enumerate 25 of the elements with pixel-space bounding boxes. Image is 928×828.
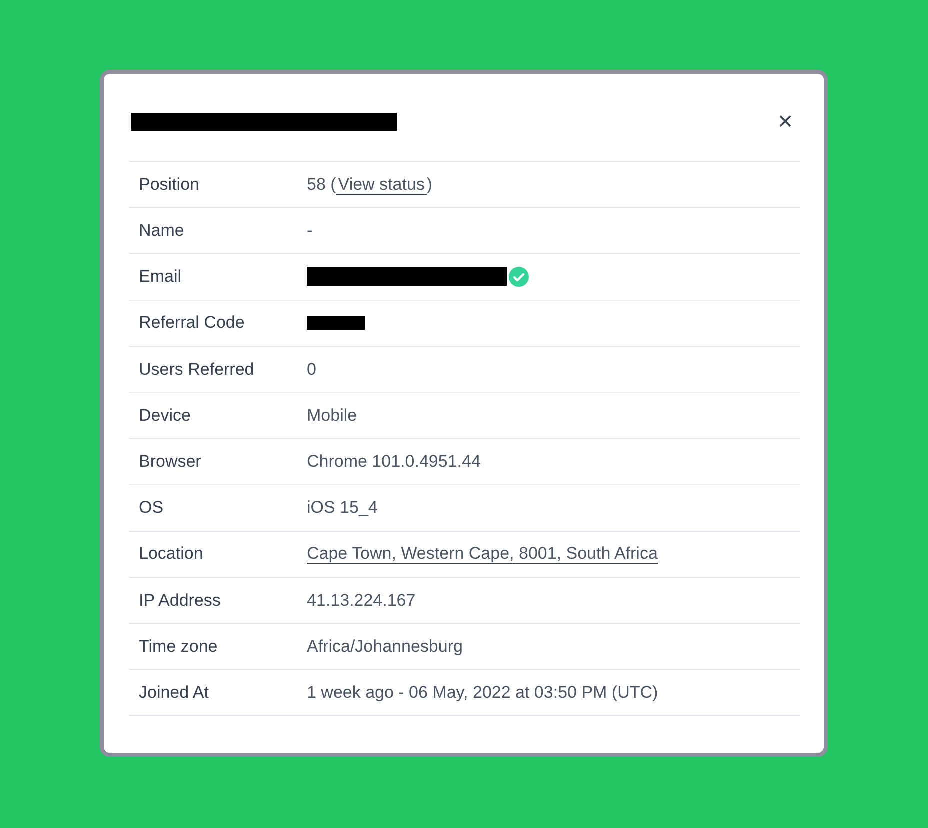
- field-label: Browser: [138, 450, 202, 473]
- field-value: -: [307, 221, 313, 240]
- field-label: IP Address: [138, 590, 222, 612]
- field-value: iOS 15_4: [307, 498, 378, 518]
- field-label: Position: [138, 174, 200, 196]
- field-value: Mobile: [307, 406, 358, 425]
- field-label: Location: [138, 543, 204, 566]
- field-label: Time zone: [138, 636, 219, 658]
- field-value: Africa/Johannesburg: [307, 636, 463, 656]
- location-link[interactable]: Cape Town, Western Cape, 8001, South Africa: [307, 544, 658, 564]
- view-status-link[interactable]: View status: [336, 174, 427, 195]
- field-label: Users Referred: [138, 358, 256, 381]
- field-label: Name: [138, 220, 186, 242]
- close-button[interactable]: ×: [778, 108, 793, 134]
- field-label: Device: [138, 404, 192, 427]
- field-value: 0: [307, 360, 316, 379]
- position-value: 58 (View status): [307, 174, 433, 195]
- field-value: Chrome 101.0.4951.44: [307, 452, 481, 471]
- redaction-bar: [307, 316, 365, 330]
- field-label: OS: [138, 497, 165, 520]
- field-label: Joined At: [138, 682, 210, 704]
- field-label: Referral Code: [138, 312, 246, 334]
- field-value: 41.13.224.167: [307, 590, 416, 610]
- field-value: 1 week ago - 06 May, 2022 at 03:50 PM (UTC): [307, 682, 658, 702]
- field-label: Email: [138, 266, 183, 288]
